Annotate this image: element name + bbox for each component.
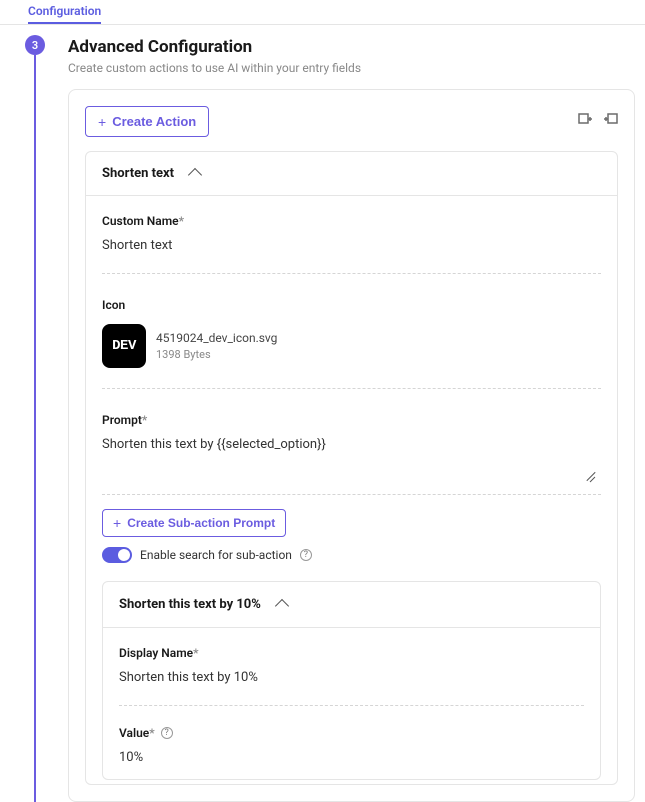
step-line xyxy=(34,55,36,802)
field-value: Value* ? 10% xyxy=(119,726,584,779)
display-name-value[interactable]: Shorten this text by 10% xyxy=(119,670,584,685)
plus-icon: + xyxy=(113,516,121,530)
action-title: Shorten text xyxy=(102,166,174,181)
config-card: + Create Action Shorten text xyxy=(68,89,635,802)
subaction-title: Shorten this text by 10% xyxy=(119,597,261,612)
field-icon: Icon DEV 4519024_dev_icon.svg 1398 Bytes xyxy=(102,298,601,389)
chevron-up-icon xyxy=(275,599,289,613)
custom-name-value[interactable]: Shorten text xyxy=(102,238,601,253)
field-custom-name: Custom Name* Shorten text xyxy=(102,214,601,274)
value-label: Value* xyxy=(119,726,155,740)
resize-handle-icon[interactable] xyxy=(585,470,595,480)
dev-icon[interactable]: DEV xyxy=(102,324,146,368)
step-number-badge: 3 xyxy=(25,35,45,55)
icon-label: Icon xyxy=(102,298,601,312)
section-title: Advanced Configuration xyxy=(68,37,635,57)
field-display-name: Display Name* Shorten this text by 10% xyxy=(119,646,584,706)
step-rail: 3 xyxy=(20,35,50,802)
help-icon[interactable]: ? xyxy=(161,727,173,739)
expand-all-icon[interactable] xyxy=(578,113,592,131)
icon-size: 1398 Bytes xyxy=(156,347,277,364)
collapse-all-icon[interactable] xyxy=(604,113,618,131)
prompt-value: Shorten this text by {{selected_option}} xyxy=(102,437,601,452)
prompt-textarea[interactable]: Shorten this text by {{selected_option}} xyxy=(102,437,601,495)
plus-icon: + xyxy=(98,115,106,129)
create-action-label: Create Action xyxy=(112,114,196,129)
enable-search-label: Enable search for sub-action xyxy=(140,548,292,562)
tab-configuration[interactable]: Configuration xyxy=(28,0,101,24)
create-subaction-label: Create Sub-action Prompt xyxy=(127,516,275,530)
action-header[interactable]: Shorten text xyxy=(86,152,617,196)
prompt-label: Prompt* xyxy=(102,413,601,427)
section-subtitle: Create custom actions to use AI within y… xyxy=(68,61,635,75)
subaction-header[interactable]: Shorten this text by 10% xyxy=(103,582,600,628)
display-name-label: Display Name* xyxy=(119,646,584,660)
action-item: Shorten text Custom Name* Shorten text I… xyxy=(85,151,618,785)
help-icon[interactable]: ? xyxy=(300,549,312,561)
enable-search-toggle[interactable] xyxy=(102,547,132,563)
icon-filename: 4519024_dev_icon.svg xyxy=(156,329,277,347)
create-action-button[interactable]: + Create Action xyxy=(85,106,209,137)
chevron-up-icon xyxy=(188,168,202,182)
icon-meta: 4519024_dev_icon.svg 1398 Bytes xyxy=(156,329,277,364)
subaction-item: Shorten this text by 10% Display Name* S… xyxy=(102,581,601,780)
custom-name-label: Custom Name* xyxy=(102,214,601,228)
enable-search-row: Enable search for sub-action ? xyxy=(102,537,601,581)
create-subaction-button[interactable]: + Create Sub-action Prompt xyxy=(102,509,286,537)
value-value[interactable]: 10% xyxy=(119,750,584,765)
